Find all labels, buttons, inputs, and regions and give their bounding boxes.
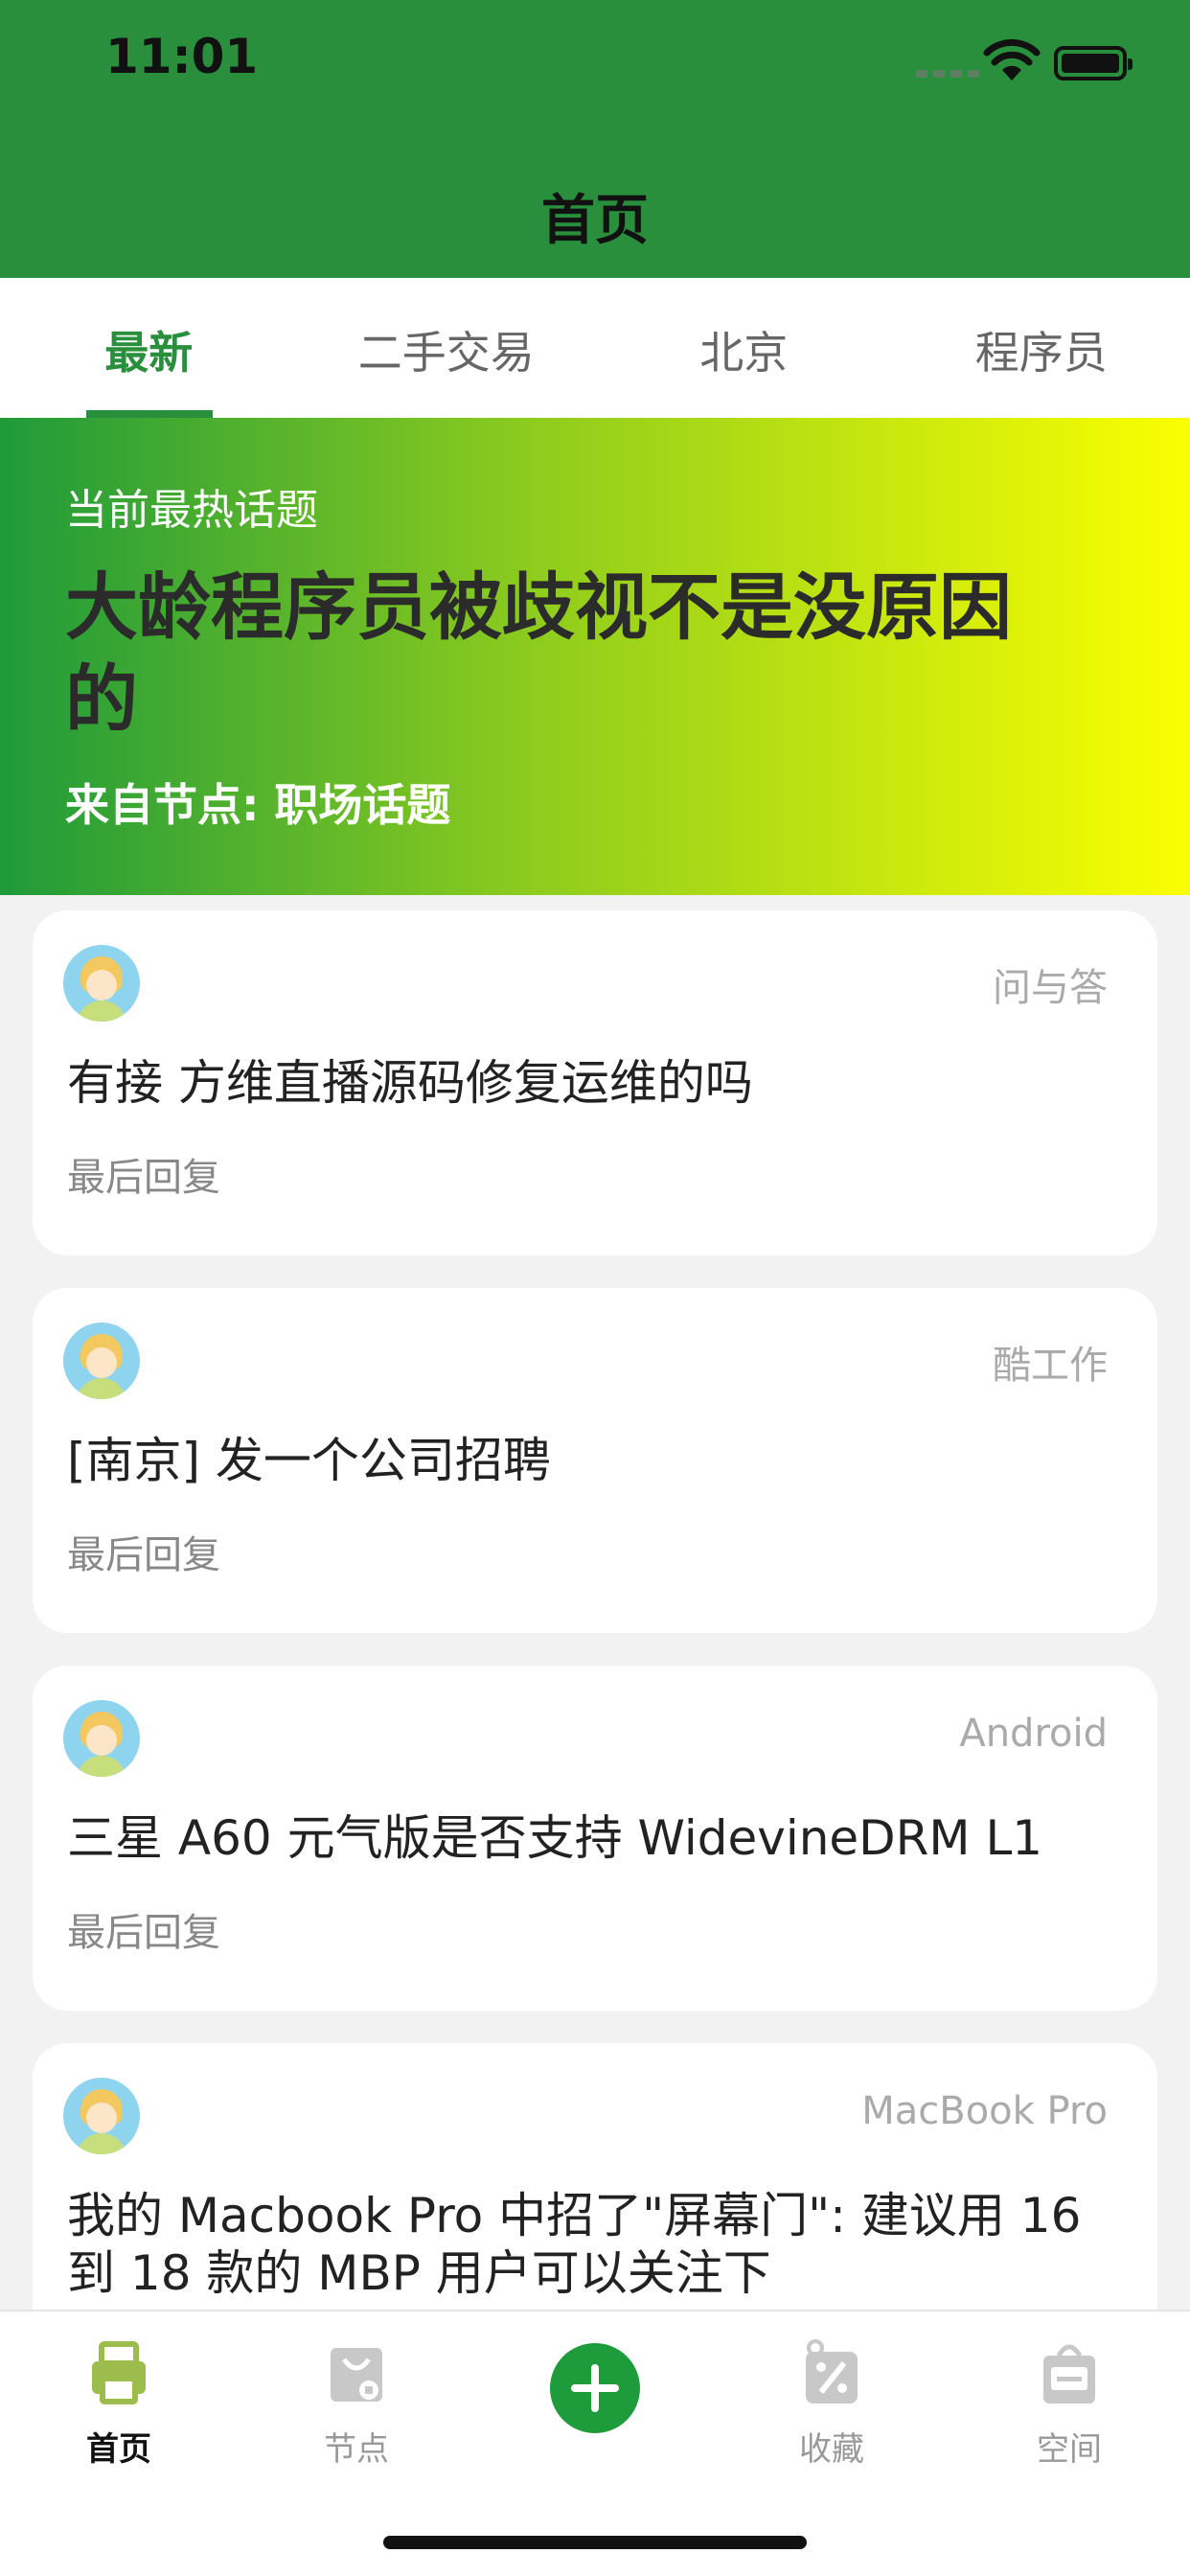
hot-topic-node: 来自节点: 职场话题 bbox=[65, 779, 451, 831]
category-tabs: 最新 二手交易 北京 程序员 bbox=[0, 278, 1190, 418]
nav-home-label: 首页 bbox=[86, 2430, 151, 2469]
post-node[interactable]: 问与答 bbox=[993, 956, 1108, 1012]
nav-home[interactable]: 首页 bbox=[52, 2338, 186, 2470]
active-tab-indicator bbox=[86, 410, 213, 418]
status-time: 11:01 bbox=[105, 29, 259, 84]
avatar bbox=[63, 1700, 140, 1777]
avatar bbox=[63, 2078, 140, 2154]
hot-topic-kicker: 当前最热话题 bbox=[65, 486, 318, 535]
nav-space-label: 空间 bbox=[1037, 2430, 1102, 2469]
post-last-reply: 最后回复 bbox=[67, 1533, 220, 1577]
home-screen: 11:01 首页 最新 二手交易 北京 程序员 当前最热话题 大龄程序员被歧视不… bbox=[0, 0, 1190, 2576]
hot-topic-banner[interactable]: 当前最热话题 大龄程序员被歧视不是没原因的 来自节点: 职场话题 bbox=[0, 418, 1190, 895]
cellular-signal-icon bbox=[916, 70, 979, 78]
shopping-bag-icon bbox=[331, 2348, 382, 2402]
nav-nodes-label: 节点 bbox=[324, 2430, 389, 2469]
page-title: 首页 bbox=[541, 190, 649, 252]
avatar bbox=[63, 1322, 140, 1399]
post-card[interactable]: 酷工作 [南京] 发一个公司招聘 最后回复 bbox=[33, 1288, 1157, 1633]
nav-nodes[interactable]: 节点 bbox=[289, 2338, 423, 2470]
home-indicator bbox=[383, 2536, 807, 2549]
add-post-button[interactable] bbox=[550, 2343, 640, 2433]
nav-space[interactable]: 空间 bbox=[1002, 2338, 1136, 2470]
post-node[interactable]: 酷工作 bbox=[993, 1334, 1108, 1390]
tab-beijing[interactable]: 北京 bbox=[595, 278, 893, 418]
tab-second-hand[interactable]: 二手交易 bbox=[298, 278, 596, 418]
post-node[interactable]: Android bbox=[959, 1712, 1108, 1756]
post-last-reply: 最后回复 bbox=[67, 1911, 220, 1955]
sale-bag-icon bbox=[1043, 2344, 1095, 2404]
post-title: [南京] 发一个公司招聘 bbox=[67, 1433, 551, 1488]
post-title: 三星 A60 元气版是否支持 WidevineDRM L1 bbox=[67, 1810, 1043, 1866]
navigation-header: 11:01 首页 bbox=[0, 0, 1190, 278]
wifi-icon bbox=[983, 38, 1041, 80]
avatar bbox=[63, 945, 140, 1022]
post-card[interactable]: Android 三星 A60 元气版是否支持 WidevineDRM L1 最后… bbox=[33, 1666, 1157, 2011]
post-title: 我的 Macbook Pro 中招了"屏幕门": 建议用 16 到 18 款的 … bbox=[67, 2188, 1082, 2301]
tab-latest[interactable]: 最新 bbox=[0, 278, 298, 418]
nav-favorites[interactable]: 收藏 bbox=[765, 2338, 899, 2470]
post-node[interactable]: MacBook Pro bbox=[861, 2089, 1108, 2133]
printer-icon bbox=[92, 2341, 146, 2404]
discount-tag-icon bbox=[806, 2339, 858, 2404]
post-card[interactable]: 问与答 有接 方维直播源码修复运维的吗 最后回复 bbox=[33, 910, 1157, 1255]
tab-programmer[interactable]: 程序员 bbox=[893, 278, 1190, 418]
post-last-reply: 最后回复 bbox=[67, 1156, 220, 1200]
nav-favorites-label: 收藏 bbox=[799, 2430, 864, 2469]
battery-icon bbox=[1054, 46, 1133, 80]
hot-topic-title: 大龄程序员被歧视不是没原因的 bbox=[65, 564, 1012, 742]
post-title: 有接 方维直播源码修复运维的吗 bbox=[67, 1055, 753, 1111]
